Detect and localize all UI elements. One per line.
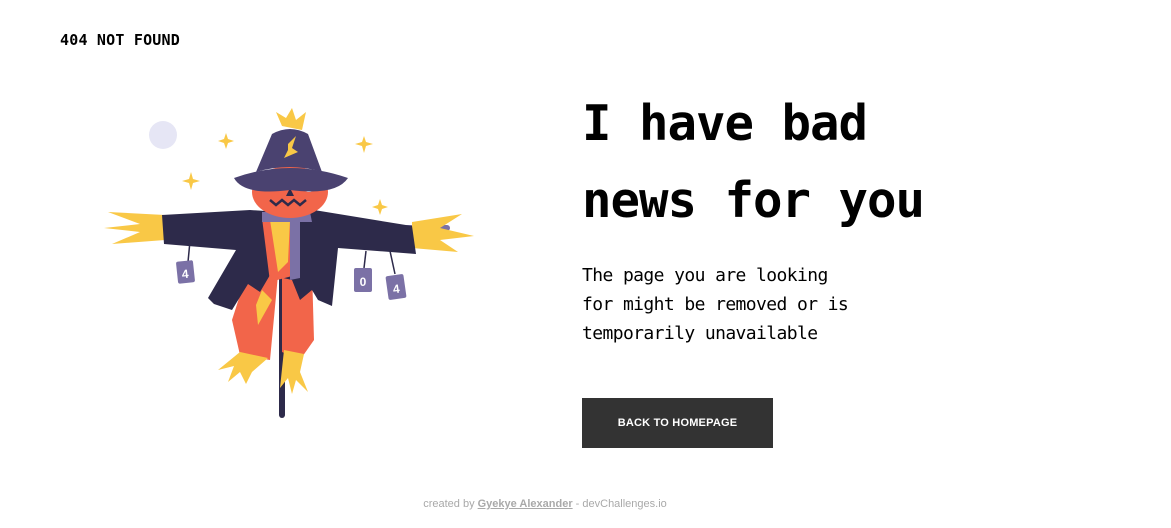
back-to-homepage-button[interactable]: BACK TO HOMEPAGE: [582, 398, 773, 448]
hat-icon: [234, 168, 348, 192]
left-foot: [218, 352, 268, 384]
footer-prefix: created by: [423, 498, 478, 510]
error-message: The page you are looking for might be re…: [582, 265, 849, 344]
brand-title: 404 NOT FOUND: [60, 31, 180, 49]
moon-icon: [149, 121, 177, 149]
scarecrow-illustration: 4 0 4: [104, 108, 474, 418]
page-headline: I have bad news for you: [582, 95, 925, 229]
footer-credit: created by Gyekye Alexander - devChallen…: [0, 498, 1090, 510]
footer-suffix: - devChallenges.io: [572, 498, 667, 510]
can-label-2: 0: [360, 275, 367, 289]
author-link[interactable]: Gyekye Alexander: [478, 498, 573, 510]
